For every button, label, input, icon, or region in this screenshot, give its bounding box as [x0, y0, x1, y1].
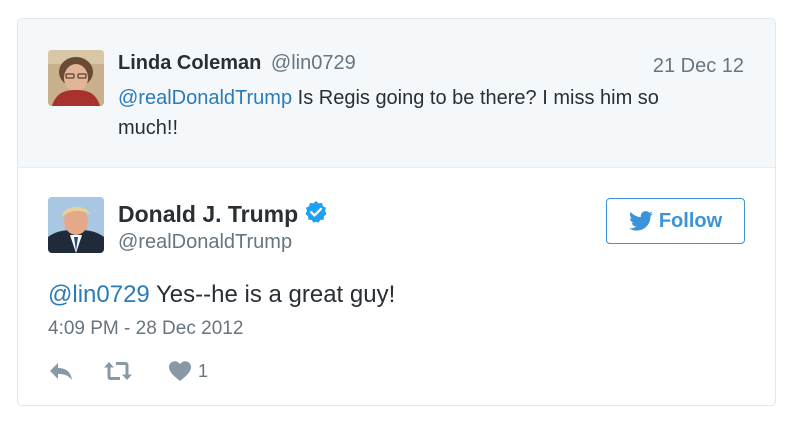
follow-button[interactable]: Follow [606, 198, 745, 244]
retweet-button[interactable] [103, 360, 133, 382]
donald-trump-avatar[interactable] [48, 197, 104, 253]
reply-text: @realDonaldTrump Is Regis going to be th… [118, 83, 718, 143]
like-button[interactable]: 1 [168, 360, 208, 382]
reply-button[interactable] [48, 360, 74, 382]
tweet-timestamp[interactable]: 4:09 PM - 28 Dec 2012 [48, 318, 243, 340]
reply-mention-link[interactable]: @realDonaldTrump [118, 87, 292, 109]
embedded-tweet-card: Linda Coleman @lin0729 21 Dec 12 @realDo… [17, 18, 776, 406]
reply-icon [50, 363, 72, 380]
like-count: 1 [198, 360, 209, 381]
follow-button-label: Follow [658, 209, 723, 232]
reply-author-line: Linda Coleman @lin0729 [118, 52, 356, 75]
reply-author-name[interactable]: Linda Coleman [118, 52, 261, 74]
tweet-author-handle[interactable]: @realDonaldTrump [118, 231, 292, 254]
reply-date[interactable]: 21 Dec 12 [653, 55, 744, 78]
tweet-text: @lin0729 Yes--he is a great guy! [48, 281, 395, 309]
reply-author-handle[interactable]: @lin0729 [271, 52, 356, 74]
heart-icon [169, 361, 191, 381]
tweet-author-name[interactable]: Donald J. Trump [118, 201, 298, 227]
tweet-mention-link[interactable]: @lin0729 [48, 281, 150, 308]
tweet-author-line: Donald J. Trump [118, 200, 328, 230]
linda-coleman-avatar[interactable] [48, 50, 104, 106]
verified-badge-icon [304, 200, 328, 230]
tweet-body: Yes--he is a great guy! [149, 281, 396, 308]
retweet-icon [104, 362, 132, 380]
reply-context: Linda Coleman @lin0729 21 Dec 12 @realDo… [18, 19, 775, 168]
twitter-bird-icon [628, 211, 653, 231]
